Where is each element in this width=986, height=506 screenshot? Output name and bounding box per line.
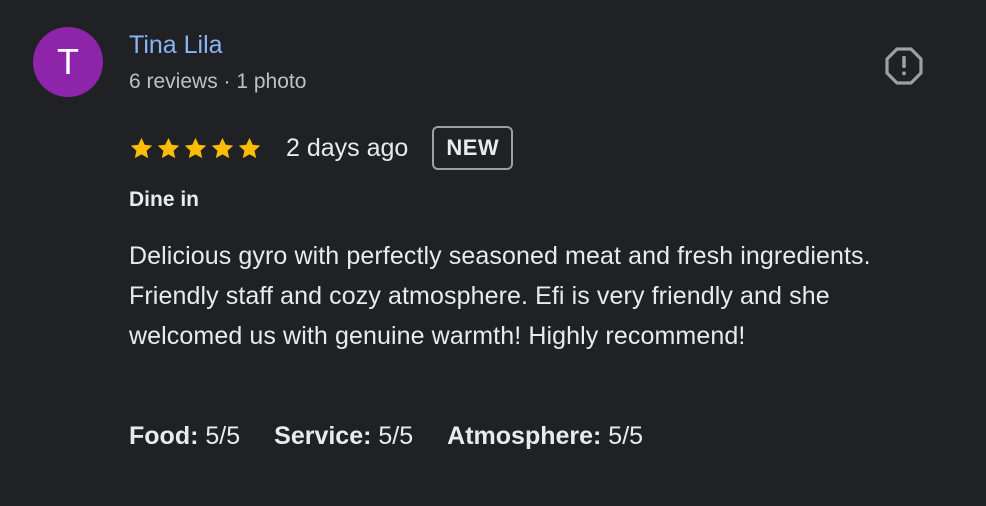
aspect-value: 5/5 — [205, 422, 241, 450]
reviewer-meta: 6 reviews · 1 photo — [129, 70, 307, 93]
reviewer-name-link[interactable]: Tina Lila — [129, 29, 223, 61]
aspect-ratings: Food: 5/5 Service: 5/5 Atmosphere: 5/5 — [129, 420, 677, 452]
avatar[interactable]: T — [33, 27, 103, 97]
star-icon — [157, 137, 180, 158]
star-icon — [238, 137, 261, 158]
rating-row: 2 days ago NEW — [129, 124, 514, 172]
aspect-value: 5/5 — [378, 422, 414, 450]
aspect-food: Food: 5/5 — [129, 420, 240, 452]
star-icon — [130, 137, 153, 158]
aspect-value: 5/5 — [608, 422, 644, 450]
report-octagon-icon — [885, 47, 923, 85]
star-icon — [184, 137, 207, 158]
star-icon — [211, 137, 234, 158]
review-date: 2 days ago — [286, 134, 409, 162]
aspect-service: Service: 5/5 — [274, 420, 413, 452]
review-text: Delicious gyro with perfectly seasoned m… — [129, 242, 871, 350]
service-type: Dine in — [129, 188, 200, 211]
star-rating — [129, 136, 262, 161]
aspect-atmosphere: Atmosphere: 5/5 — [447, 420, 643, 452]
avatar-initial: T — [57, 41, 79, 82]
report-review-button[interactable] — [882, 44, 926, 88]
aspect-label: Service: — [274, 422, 372, 450]
aspect-label: Atmosphere: — [447, 422, 602, 450]
new-badge: NEW — [432, 126, 514, 170]
aspect-label: Food: — [129, 422, 199, 450]
